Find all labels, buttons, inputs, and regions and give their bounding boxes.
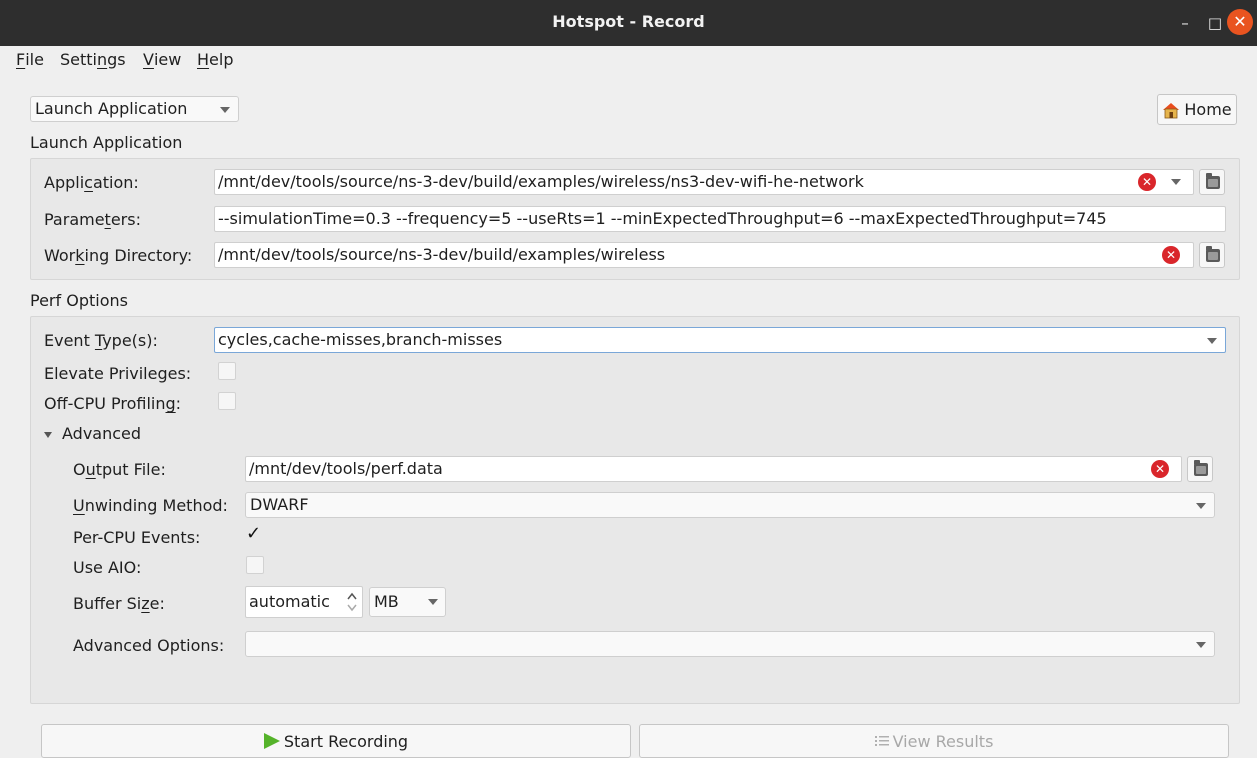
- event-types-combo[interactable]: cycles,cache-misses,branch-misses: [214, 327, 1226, 353]
- view-results-label: View Results: [892, 731, 994, 751]
- advanced-toggle[interactable]: Advanced: [44, 424, 141, 443]
- advanced-label: Advanced: [62, 424, 142, 443]
- use-aio-checkbox[interactable]: [246, 556, 264, 574]
- close-button[interactable]: ✕: [1227, 9, 1253, 35]
- per-cpu-events-label: Per-CPU Events:: [73, 528, 201, 547]
- unwinding-method-label: Unwinding Method:: [73, 496, 228, 515]
- start-recording-label: Start Recording: [283, 731, 409, 751]
- buffer-size-spinbox[interactable]: automatic: [245, 586, 363, 618]
- working-directory-input[interactable]: /mnt/dev/tools/source/ns-3-dev/build/exa…: [214, 242, 1194, 268]
- event-types-value: cycles,cache-misses,branch-misses: [218, 330, 503, 349]
- chevron-down-icon: [1207, 338, 1217, 344]
- menu-settings[interactable]: Settings: [60, 50, 126, 69]
- minimize-button[interactable]: –: [1170, 8, 1200, 38]
- elevate-privileges-checkbox[interactable]: [218, 362, 236, 380]
- start-recording-button[interactable]: Start Recording: [41, 724, 631, 758]
- menu-help[interactable]: Help: [197, 50, 233, 69]
- folder-icon: [1194, 460, 1208, 476]
- working-directory-label: Working Directory:: [44, 246, 193, 265]
- spin-arrows-icon[interactable]: [344, 588, 360, 616]
- menu-view[interactable]: View: [143, 50, 181, 69]
- offcpu-profiling-checkbox[interactable]: [218, 392, 236, 410]
- chevron-down-icon: [220, 107, 230, 113]
- list-icon: [874, 736, 889, 746]
- mode-select[interactable]: Launch Application: [30, 96, 239, 122]
- folder-icon: [1206, 246, 1220, 262]
- clear-icon[interactable]: ✕: [1162, 246, 1180, 264]
- use-aio-label: Use AIO:: [73, 558, 142, 577]
- event-types-label: Event Type(s):: [44, 331, 158, 350]
- output-file-input[interactable]: /mnt/dev/tools/perf.data: [245, 456, 1182, 482]
- unwinding-method-value: DWARF: [250, 495, 309, 514]
- mode-select-value: Launch Application: [35, 99, 188, 118]
- folder-icon: [1206, 173, 1220, 189]
- view-results-button[interactable]: View Results: [639, 724, 1229, 758]
- per-cpu-events-checkbox[interactable]: ✓: [246, 523, 261, 544]
- offcpu-profiling-label: Off-CPU Profiling:: [44, 394, 182, 413]
- buffer-unit-select[interactable]: MB: [369, 587, 446, 617]
- application-browse-button[interactable]: [1199, 169, 1225, 195]
- home-button-label: Home: [1184, 100, 1232, 119]
- menu-file[interactable]: File: [16, 50, 44, 69]
- chevron-down-icon: [1196, 642, 1206, 648]
- chevron-down-icon[interactable]: [1171, 179, 1181, 185]
- maximize-button[interactable]: □: [1200, 8, 1230, 38]
- buffer-size-value: automatic: [249, 592, 330, 611]
- buffer-size-label: Buffer Size:: [73, 594, 165, 613]
- play-icon: [263, 733, 280, 749]
- application-label: Application:: [44, 173, 139, 192]
- title-bar: Hotspot - Record – □ ✕: [0, 0, 1257, 46]
- parameters-label: Parameters:: [44, 210, 141, 229]
- menu-bar: File Settings View Help: [0, 46, 1257, 74]
- clear-icon[interactable]: ✕: [1138, 173, 1156, 191]
- buffer-unit-value: MB: [374, 592, 399, 611]
- chevron-down-icon: [1196, 503, 1206, 509]
- parameters-input[interactable]: --simulationTime=0.3 --frequency=5 --use…: [214, 206, 1226, 232]
- home-icon: [1163, 102, 1180, 118]
- expand-triangle-icon: [44, 431, 52, 438]
- chevron-down-icon: [428, 599, 438, 605]
- home-button[interactable]: Home: [1157, 94, 1237, 125]
- unwinding-method-select[interactable]: DWARF: [245, 492, 1215, 518]
- advanced-options-label: Advanced Options:: [73, 636, 225, 655]
- output-file-browse-button[interactable]: [1187, 456, 1213, 482]
- clear-icon[interactable]: ✕: [1151, 460, 1169, 478]
- elevate-privileges-label: Elevate Privileges:: [44, 364, 192, 383]
- working-directory-browse-button[interactable]: [1199, 242, 1225, 268]
- advanced-options-combo[interactable]: [245, 631, 1215, 657]
- perf-section-title: Perf Options: [30, 291, 128, 310]
- window-title: Hotspot - Record: [552, 12, 705, 31]
- launch-section-title: Launch Application: [30, 133, 183, 152]
- output-file-label: Output File:: [73, 460, 166, 479]
- application-input[interactable]: /mnt/dev/tools/source/ns-3-dev/build/exa…: [214, 169, 1194, 195]
